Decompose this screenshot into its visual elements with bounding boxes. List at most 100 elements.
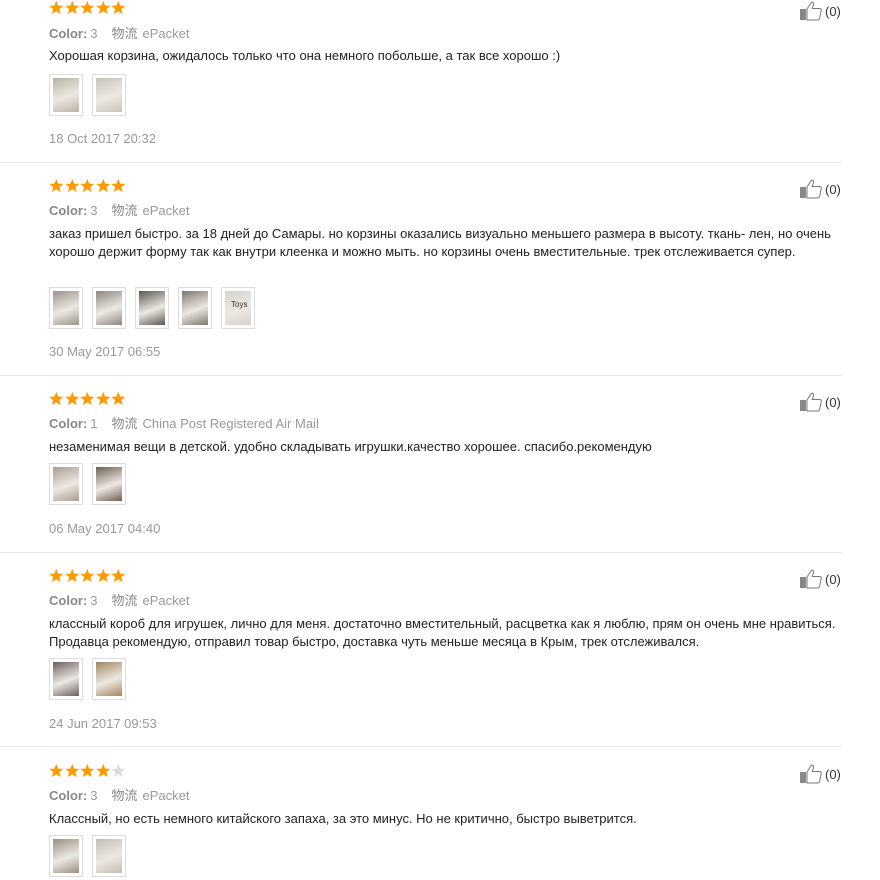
review-meta: Color: 3 物流 ePacket (49, 200, 190, 219)
photo-image (53, 467, 79, 501)
color-label: Color: (49, 203, 88, 218)
review-photos: Toys (49, 287, 255, 329)
like-button[interactable]: (0) (799, 764, 841, 784)
star-icon (111, 178, 126, 193)
star-icon (49, 0, 64, 15)
review-date: 24 Jun 2017 09:53 (49, 716, 157, 731)
like-button[interactable]: (0) (799, 569, 841, 589)
thumbs-up-icon (800, 569, 822, 589)
star-icon (111, 763, 126, 778)
photo-image (53, 662, 79, 696)
review-photo-thumbnail[interactable] (49, 74, 83, 116)
shipping-value: ePacket (142, 26, 190, 41)
star-icon (64, 391, 79, 406)
star-icon (80, 763, 95, 778)
review-photo-thumbnail[interactable] (49, 287, 83, 329)
review-photo-thumbnail[interactable]: Toys (221, 287, 255, 329)
review-photo-thumbnail[interactable] (92, 74, 126, 116)
star-icon (49, 568, 64, 583)
color-value: 3 (90, 788, 98, 803)
review-photos (49, 658, 126, 700)
color-label: Color: (49, 593, 88, 608)
photo-image (53, 839, 79, 873)
rating-stars (49, 178, 126, 194)
thumbs-up-icon (800, 392, 822, 412)
star-icon (111, 0, 126, 15)
review-photo-thumbnail[interactable] (92, 463, 126, 505)
photo-image (96, 662, 122, 696)
review-photo-thumbnail[interactable] (49, 835, 83, 877)
review-photo-thumbnail[interactable] (92, 287, 126, 329)
review-divider (0, 375, 842, 376)
star-icon (111, 391, 126, 406)
shipping-label: 物流 (111, 203, 138, 218)
star-icon (96, 391, 111, 406)
like-button[interactable]: (0) (799, 392, 841, 412)
star-icon (80, 568, 95, 583)
review-photo-thumbnail[interactable] (178, 287, 212, 329)
color-value: 3 (90, 593, 98, 608)
review-photo-thumbnail[interactable] (92, 835, 126, 877)
shipping-value: ePacket (142, 203, 190, 218)
star-icon (80, 0, 95, 15)
photo-image (53, 78, 79, 112)
shipping-label: 物流 (111, 416, 138, 431)
star-icon (49, 391, 64, 406)
review-meta: Color: 3 物流 ePacket (49, 23, 190, 42)
photo-image: Toys (225, 291, 251, 325)
star-icon (64, 178, 79, 193)
star-icon (64, 568, 79, 583)
star-icon (49, 763, 64, 778)
review-date: 06 May 2017 04:40 (49, 521, 161, 536)
review-date: 30 May 2017 06:55 (49, 344, 161, 359)
review-text: классный короб для игрушек, лично для ме… (49, 616, 836, 649)
color-label: Color: (49, 416, 88, 431)
photo-image (96, 291, 122, 325)
review-photo-thumbnail[interactable] (135, 287, 169, 329)
photo-image (96, 467, 122, 501)
photo-image (139, 291, 165, 325)
review-meta: Color: 1 物流 China Post Registered Air Mail (49, 413, 319, 432)
thumbs-up-icon (800, 179, 822, 199)
review-text: заказ пришел быстро. за 18 дней до Самар… (49, 226, 831, 259)
review-divider (0, 746, 842, 747)
like-button[interactable]: (0) (799, 1, 841, 21)
like-count: (0) (825, 3, 841, 19)
rating-stars (49, 568, 126, 584)
rating-stars (49, 763, 126, 779)
star-icon (96, 0, 111, 15)
star-icon (96, 763, 111, 778)
shipping-label: 物流 (111, 593, 138, 608)
photo-caption: Toys (231, 300, 248, 309)
review-photos (49, 463, 126, 505)
star-icon (96, 568, 111, 583)
review-text: Хорошая корзина, ожидалось только что он… (49, 48, 561, 63)
shipping-value: ePacket (142, 788, 190, 803)
star-icon (49, 178, 64, 193)
star-icon (64, 0, 79, 15)
color-label: Color: (49, 26, 88, 41)
star-icon (80, 391, 95, 406)
review-text: незаменимая вещи в детской. удобно склад… (49, 439, 652, 454)
review-photos (49, 835, 126, 877)
review-photos (49, 74, 126, 116)
shipping-value: ePacket (142, 593, 190, 608)
star-icon (64, 763, 79, 778)
review-photo-thumbnail[interactable] (92, 658, 126, 700)
color-label: Color: (49, 788, 88, 803)
like-count: (0) (825, 571, 841, 587)
like-button[interactable]: (0) (799, 179, 841, 199)
like-count: (0) (825, 394, 841, 410)
star-icon (80, 178, 95, 193)
photo-image (182, 291, 208, 325)
photo-image (96, 839, 122, 873)
like-count: (0) (825, 766, 841, 782)
review-date: 18 Oct 2017 20:32 (49, 131, 156, 146)
review-photo-thumbnail[interactable] (49, 463, 83, 505)
review-photo-thumbnail[interactable] (49, 658, 83, 700)
like-count: (0) (825, 181, 841, 197)
photo-image (96, 78, 122, 112)
color-value: 3 (90, 203, 98, 218)
shipping-value: China Post Registered Air Mail (142, 416, 319, 431)
shipping-label: 物流 (111, 26, 138, 41)
